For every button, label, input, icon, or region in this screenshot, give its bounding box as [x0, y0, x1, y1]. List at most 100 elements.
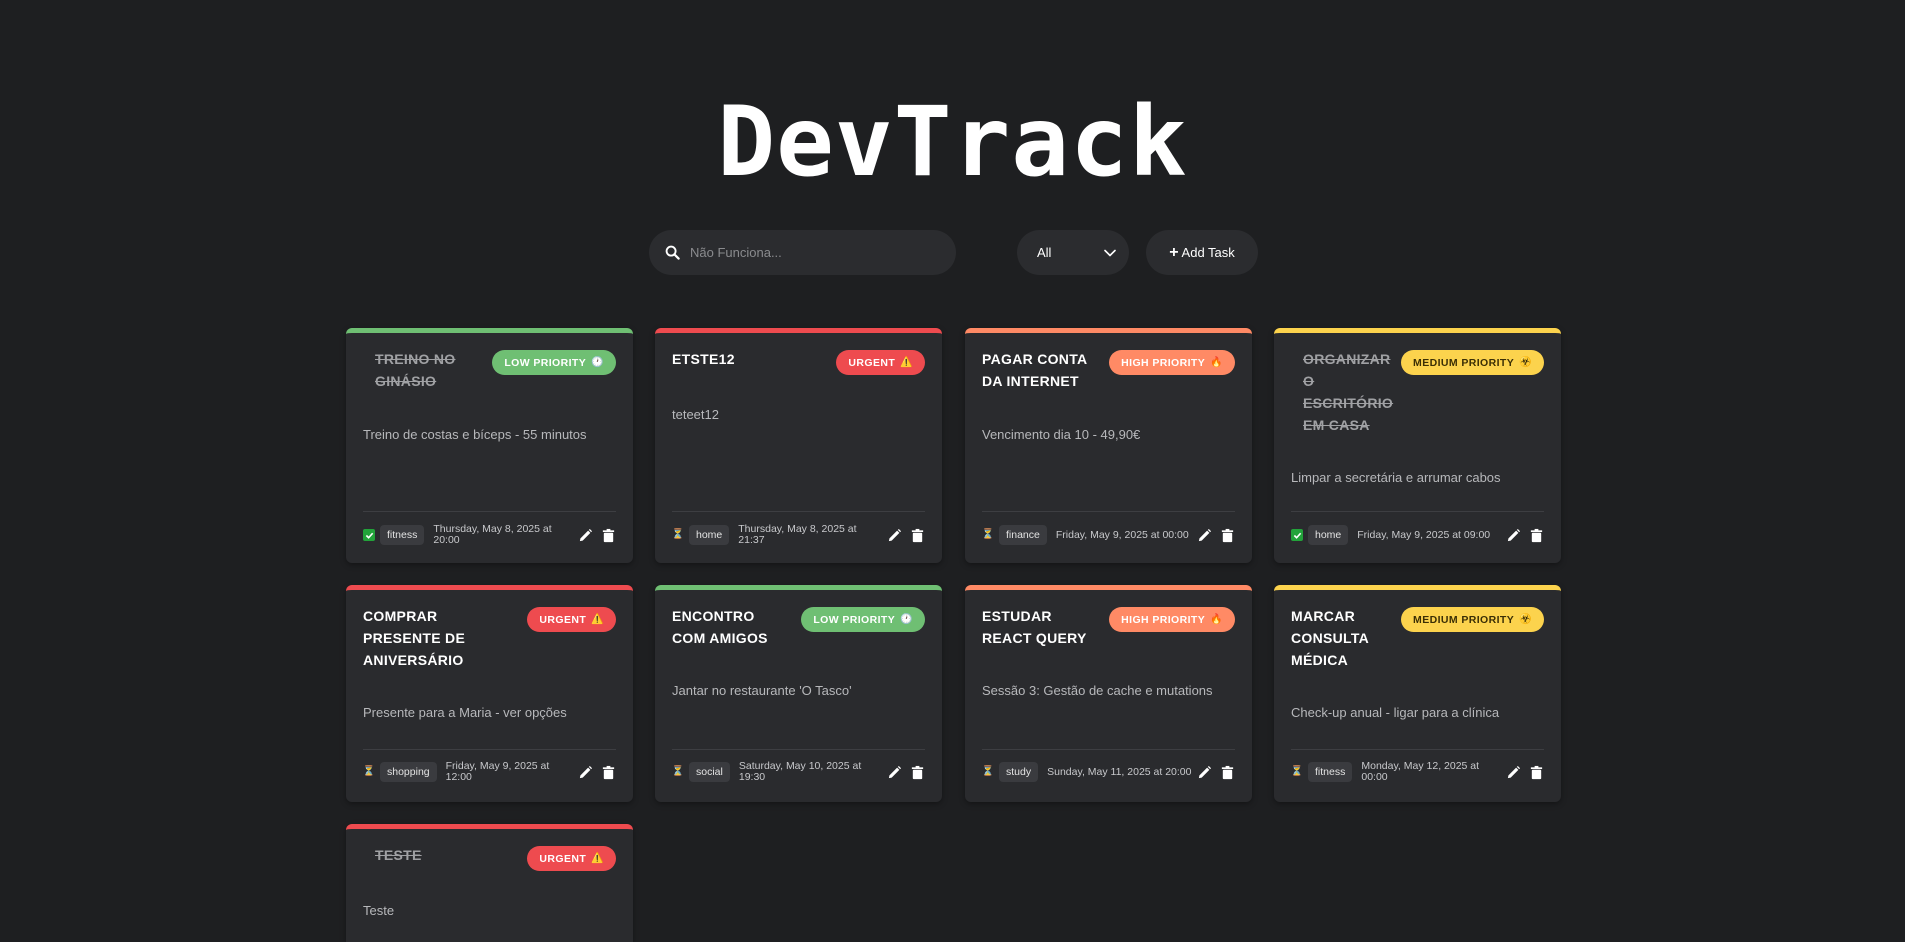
task-description: Treino de costas e bíceps - 55 minutos — [363, 427, 587, 442]
task-card[interactable]: Encontro com amigos Low Priority 🕐 Jantar… — [655, 585, 942, 802]
trash-icon[interactable] — [601, 765, 616, 780]
task-description: Limpar a secretária e arrumar cabos — [1291, 470, 1501, 485]
edit-icon[interactable] — [887, 765, 902, 780]
task-card[interactable]: Pagar conta da internet High Priority 🔥 V… — [965, 328, 1252, 563]
priority-badge: High Priority 🔥 — [1109, 350, 1235, 375]
task-footer: ⏳ shopping Friday, May 9, 2025 at 12:00 — [363, 760, 616, 784]
priority-badge: Urgent ⚠️ — [527, 607, 616, 632]
clock-icon: 🕐 — [900, 613, 913, 625]
priority-badge: Urgent ⚠️ — [836, 350, 925, 375]
task-title: etste12 — [672, 351, 735, 367]
app-title: DevTrack — [717, 86, 1188, 198]
hourglass-icon[interactable]: ⏳ — [672, 766, 684, 778]
trash-icon[interactable] — [1529, 528, 1544, 543]
hourglass-icon[interactable]: ⏳ — [982, 766, 994, 778]
edit-icon[interactable] — [578, 765, 593, 780]
task-description: Jantar no restaurante 'O Tasco' — [672, 683, 852, 698]
checkbox-checked-icon[interactable] — [1291, 529, 1303, 541]
task-description: Presente para a Maria - ver opções — [363, 705, 567, 720]
task-card[interactable]: etste12 Urgent ⚠️ teteet12 ⏳ home Thursda… — [655, 328, 942, 563]
fire-icon: 🔥 — [1210, 356, 1223, 368]
category-tag: study — [999, 762, 1039, 782]
category-tag: fitness — [1308, 762, 1353, 782]
task-description: Vencimento dia 10 - 49,90€ — [982, 427, 1141, 442]
trash-icon[interactable] — [1220, 528, 1235, 543]
task-description: teteet12 — [672, 407, 719, 422]
hourglass-icon[interactable]: ⏳ — [363, 766, 375, 778]
task-footer: ⏳ social Saturday, May 10, 2025 at 19:30 — [672, 760, 925, 784]
priority-badge: Urgent ⚠️ — [527, 846, 616, 871]
edit-icon[interactable] — [1197, 528, 1212, 543]
task-title: Comprar presente de aniversário — [363, 608, 466, 668]
edit-icon[interactable] — [1506, 528, 1521, 543]
category-tag: fitness — [380, 525, 425, 545]
due-date: Monday, May 12, 2025 at 00:00 — [1361, 760, 1480, 783]
due-date: Friday, May 9, 2025 at 09:00 — [1357, 528, 1491, 541]
due-date: Friday, May 9, 2025 at 00:00 — [1055, 528, 1189, 541]
trash-icon[interactable] — [1220, 765, 1235, 780]
clock-icon: 🕐 — [591, 356, 604, 368]
priority-badge: Low Priority 🕐 — [492, 350, 616, 375]
chevron-down-icon — [1104, 249, 1116, 256]
divider — [363, 749, 616, 750]
filter-select[interactable]: All — [1017, 230, 1129, 275]
trash-icon[interactable] — [1529, 765, 1544, 780]
task-description: Teste — [363, 903, 395, 918]
divider — [1291, 511, 1544, 512]
divider — [672, 511, 925, 512]
task-card[interactable]: Treino no Ginásio Low Priority 🕐 Treino d… — [346, 328, 633, 563]
task-footer: ⏳ finance Friday, May 9, 2025 at 00:00 — [982, 523, 1235, 547]
edit-icon[interactable] — [887, 528, 902, 543]
filter-value: All — [1037, 245, 1052, 260]
trash-icon[interactable] — [910, 528, 925, 543]
task-title: Encontro com amigos — [672, 608, 768, 646]
trash-icon[interactable] — [601, 528, 616, 543]
edit-icon[interactable] — [1197, 765, 1212, 780]
edit-icon[interactable] — [578, 528, 593, 543]
hourglass-icon[interactable]: ⏳ — [1291, 766, 1303, 778]
priority-badge: Low Priority 🕐 — [801, 607, 925, 632]
task-title: Organizar o escritório em casa — [1303, 351, 1394, 433]
divider — [363, 511, 616, 512]
warning-icon: ⚠️ — [591, 852, 604, 864]
warning-icon: ⚠️ — [591, 613, 604, 625]
warning-icon: ⚠️ — [900, 356, 913, 368]
hourglass-icon[interactable]: ⏳ — [672, 529, 684, 541]
hourglass-icon[interactable]: ⏳ — [982, 529, 994, 541]
task-card[interactable]: Organizar o escritório em casa Medium Pr… — [1274, 328, 1561, 563]
checkbox-checked-icon[interactable] — [363, 529, 375, 541]
category-tag: social — [689, 762, 730, 782]
task-footer: ⏳ fitness Monday, May 12, 2025 at 00:00 — [1291, 760, 1544, 784]
divider — [982, 749, 1235, 750]
add-task-button[interactable]: + Add Task — [1146, 230, 1258, 275]
edit-icon[interactable] — [1506, 765, 1521, 780]
search-box[interactable] — [649, 230, 956, 275]
category-tag: shopping — [380, 762, 437, 782]
task-footer: ⏳ home Thursday, May 8, 2025 at 21:37 — [672, 523, 925, 547]
task-title: Marcar consulta médica — [1291, 608, 1369, 668]
divider — [982, 511, 1235, 512]
task-title: Treino no Ginásio — [375, 351, 456, 389]
task-card[interactable]: Comprar presente de aniversário Urgent ⚠️… — [346, 585, 633, 802]
due-date: Thursday, May 8, 2025 at 21:37 — [738, 523, 857, 546]
category-tag: home — [1308, 525, 1349, 545]
task-footer: fitness Thursday, May 8, 2025 at 20:00 — [363, 523, 616, 547]
task-title: Estudar React Query — [982, 608, 1087, 646]
task-title: Teste — [375, 847, 422, 863]
divider — [672, 749, 925, 750]
due-date: Saturday, May 10, 2025 at 19:30 — [738, 760, 862, 783]
biohazard-icon: ☣️ — [1519, 356, 1532, 368]
task-card[interactable]: Teste Urgent ⚠️ Teste — [346, 824, 633, 942]
task-footer: home Friday, May 9, 2025 at 09:00 — [1291, 523, 1544, 547]
plus-icon: + — [1169, 244, 1179, 261]
priority-badge: Medium Priority ☣️ — [1401, 607, 1544, 632]
add-task-label: Add Task — [1181, 245, 1235, 260]
search-icon — [665, 245, 680, 260]
priority-badge: High Priority 🔥 — [1109, 607, 1235, 632]
task-card[interactable]: Marcar consulta médica Medium Priority ☣️… — [1274, 585, 1561, 802]
task-footer: ⏳ study Sunday, May 11, 2025 at 20:00 — [982, 760, 1235, 784]
due-date: Sunday, May 11, 2025 at 20:00 — [1047, 765, 1192, 778]
search-input[interactable] — [690, 245, 920, 260]
task-card[interactable]: Estudar React Query High Priority 🔥 Sessã… — [965, 585, 1252, 802]
trash-icon[interactable] — [910, 765, 925, 780]
